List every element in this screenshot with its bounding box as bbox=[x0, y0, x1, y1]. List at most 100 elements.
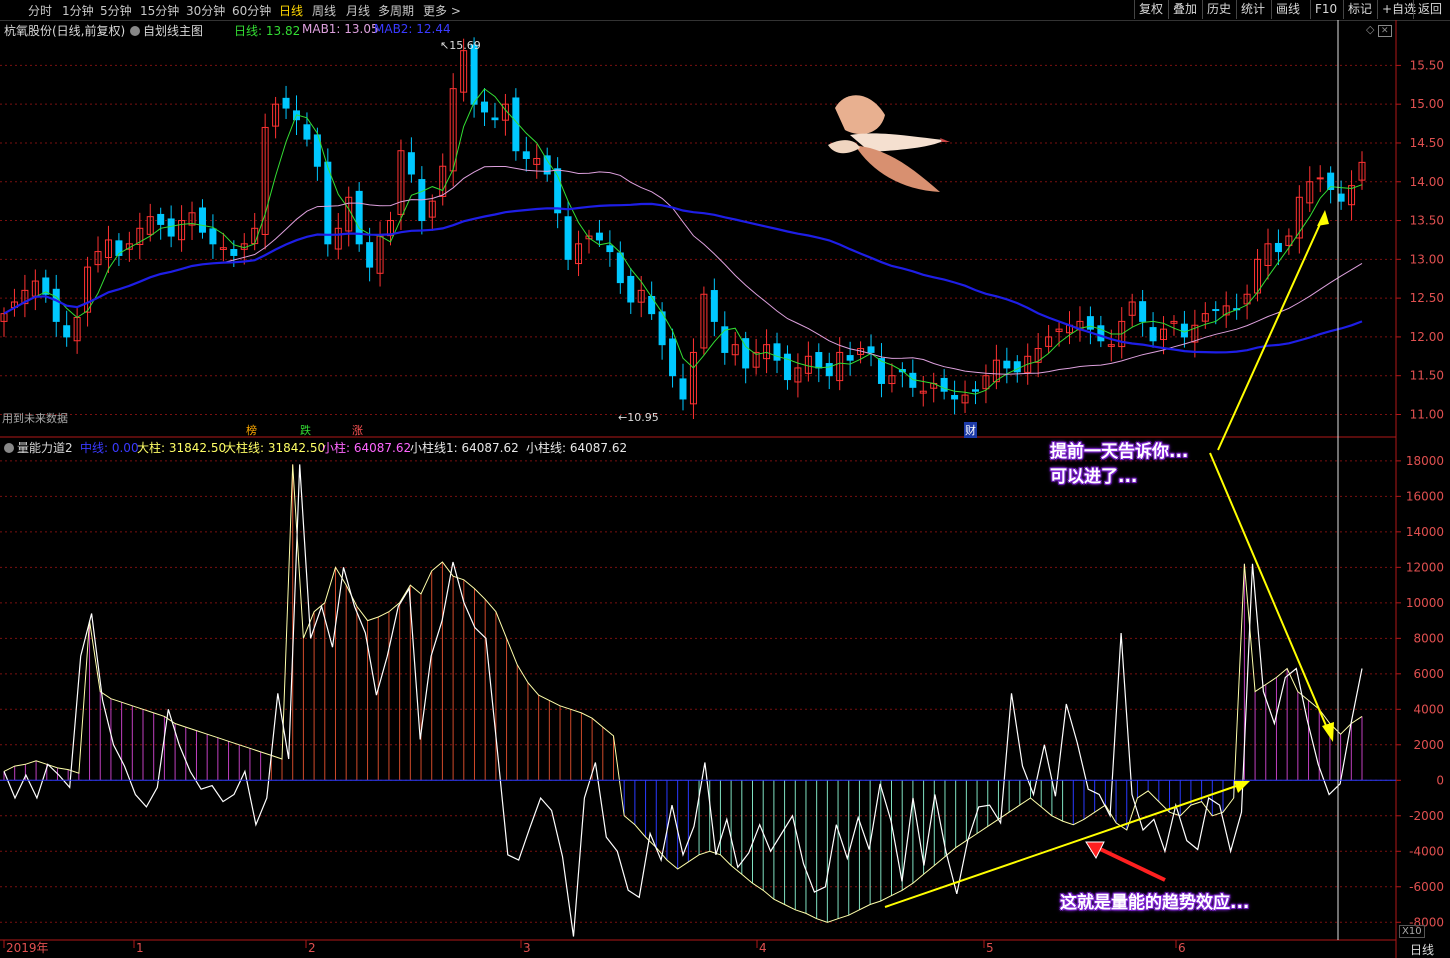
candle-body bbox=[157, 213, 165, 225]
crane-bird-icon bbox=[828, 95, 950, 192]
price-tick-label: 12.50 bbox=[1410, 291, 1444, 305]
time-tick-label: 3 bbox=[523, 941, 531, 955]
toolbar-button[interactable]: 标记 bbox=[1343, 0, 1376, 19]
annotation-early-notice: 提前一天告诉你... bbox=[1050, 442, 1189, 462]
period-tab[interactable]: 15分钟 bbox=[140, 2, 179, 19]
candle-body bbox=[825, 363, 833, 377]
volume-tick-label: -2000 bbox=[1409, 809, 1444, 823]
time-tick-label: 2 bbox=[308, 941, 316, 955]
candle-body bbox=[1097, 325, 1105, 342]
high-price-mark: ↖15.69 bbox=[440, 39, 481, 52]
low-price-mark: ←10.95 bbox=[618, 411, 659, 424]
annotation-can-enter: 可以进了... bbox=[1050, 467, 1138, 487]
candle-body bbox=[783, 353, 791, 381]
candle-body bbox=[303, 124, 311, 140]
price-tick-label: 11.50 bbox=[1410, 369, 1444, 383]
toolbar-button[interactable]: 复权 bbox=[1134, 0, 1167, 19]
toolbar-button[interactable]: 历史 bbox=[1202, 0, 1235, 19]
period-tab[interactable]: 日线 bbox=[279, 2, 303, 19]
period-tab[interactable]: 周线 bbox=[312, 2, 336, 19]
candle-body bbox=[773, 343, 781, 361]
zoom-x10[interactable]: X10 bbox=[1399, 925, 1425, 938]
candle-body bbox=[627, 275, 635, 303]
candle-body bbox=[679, 378, 687, 400]
price-tick-label: 15.00 bbox=[1410, 97, 1444, 111]
arrow-head-icon bbox=[1322, 722, 1334, 742]
time-tick-label: 1 bbox=[136, 941, 144, 955]
stock-chart-canvas[interactable]: 11.00 11.50 12.00 12.50 13.00 13.50 14.00 14.50… bbox=[0, 20, 1450, 958]
annotation-line bbox=[1209, 452, 1331, 736]
price-tick-label: 13.50 bbox=[1410, 214, 1444, 228]
candle-body bbox=[1180, 323, 1188, 338]
candle-body bbox=[481, 101, 489, 113]
arrow-head-icon bbox=[1317, 210, 1329, 226]
volume-tick-label: 14000 bbox=[1406, 525, 1444, 539]
volume-tick-label: 10000 bbox=[1406, 596, 1444, 610]
volume-tick-label: 6000 bbox=[1413, 667, 1444, 681]
candle-body bbox=[407, 152, 415, 175]
candle-body bbox=[1337, 193, 1345, 202]
period-tab[interactable]: 分时 bbox=[28, 2, 52, 19]
candle-body bbox=[63, 325, 71, 338]
candle-body bbox=[669, 338, 677, 377]
candle-body bbox=[522, 151, 530, 159]
price-tick-label: 11.00 bbox=[1410, 407, 1444, 421]
toolbar-button[interactable]: 画线 bbox=[1271, 0, 1304, 19]
time-tick-label: 4 bbox=[759, 941, 767, 955]
candle-body bbox=[324, 161, 332, 245]
candle-body bbox=[648, 295, 656, 315]
volume-tick-label: 8000 bbox=[1413, 631, 1444, 645]
toolbar-button[interactable]: F10 bbox=[1310, 0, 1341, 19]
candle-body bbox=[867, 346, 875, 353]
candle-body bbox=[606, 245, 614, 253]
period-tab[interactable]: 5分钟 bbox=[100, 2, 132, 19]
period-tab[interactable]: 更多 > bbox=[423, 2, 461, 19]
toolbar-button[interactable]: 统计 bbox=[1236, 0, 1269, 19]
candle-body bbox=[230, 249, 238, 256]
candle-body bbox=[355, 190, 363, 245]
volume-tick-label: 12000 bbox=[1406, 560, 1444, 574]
period-tab[interactable]: 30分钟 bbox=[186, 2, 225, 19]
period-tab[interactable]: 60分钟 bbox=[232, 2, 271, 19]
price-tick-label: 12.00 bbox=[1410, 330, 1444, 344]
candle-body bbox=[167, 218, 175, 237]
tag-die: 跌 bbox=[300, 424, 311, 437]
red-arrow-shaft bbox=[1097, 846, 1166, 882]
volume-tick-label: 16000 bbox=[1406, 489, 1444, 503]
volume-tick-label: 0 bbox=[1436, 773, 1444, 787]
volume-tick-label: 4000 bbox=[1413, 702, 1444, 716]
candle-body bbox=[209, 228, 217, 245]
candle-body bbox=[846, 355, 854, 361]
candle-body bbox=[815, 352, 823, 369]
price-tick-label: 14.50 bbox=[1410, 136, 1444, 150]
candle-body bbox=[282, 97, 290, 109]
crane-shape bbox=[835, 95, 885, 135]
candle-body bbox=[52, 288, 60, 322]
candle-body bbox=[198, 207, 206, 233]
candle-body bbox=[1212, 309, 1220, 312]
price-tick-label: 14.00 bbox=[1410, 175, 1444, 189]
volume-tick-label: 2000 bbox=[1413, 738, 1444, 752]
candle-body bbox=[366, 242, 374, 268]
period-tab[interactable]: 月线 bbox=[346, 2, 370, 19]
time-tick-label: 2019年 bbox=[6, 941, 49, 955]
period-tab[interactable]: 多周期 bbox=[378, 2, 414, 19]
candle-body bbox=[951, 394, 959, 400]
period-tab[interactable]: 1分钟 bbox=[62, 2, 94, 19]
ma-mid-line bbox=[3, 166, 1363, 375]
time-tick-label: 6 bbox=[1178, 941, 1186, 955]
time-tick-label: 5 bbox=[986, 941, 994, 955]
toolbar-button[interactable]: 叠加 bbox=[1168, 0, 1201, 19]
tag-cai: 财 bbox=[964, 422, 977, 438]
toolbar-button[interactable]: 返回 bbox=[1413, 0, 1446, 19]
candle-body bbox=[1003, 360, 1011, 369]
volume-tick-label: -4000 bbox=[1409, 844, 1444, 858]
candle-body bbox=[1274, 242, 1282, 253]
price-tick-label: 13.00 bbox=[1410, 252, 1444, 266]
crane-shape bbox=[855, 145, 940, 192]
candle-body bbox=[491, 117, 499, 121]
candle-body bbox=[1139, 301, 1147, 322]
tag-bang: 榜 bbox=[246, 424, 257, 437]
volume-tick-label: 18000 bbox=[1406, 454, 1444, 468]
annotation-trend-effect: 这就是量能的趋势效应... bbox=[1060, 893, 1250, 913]
